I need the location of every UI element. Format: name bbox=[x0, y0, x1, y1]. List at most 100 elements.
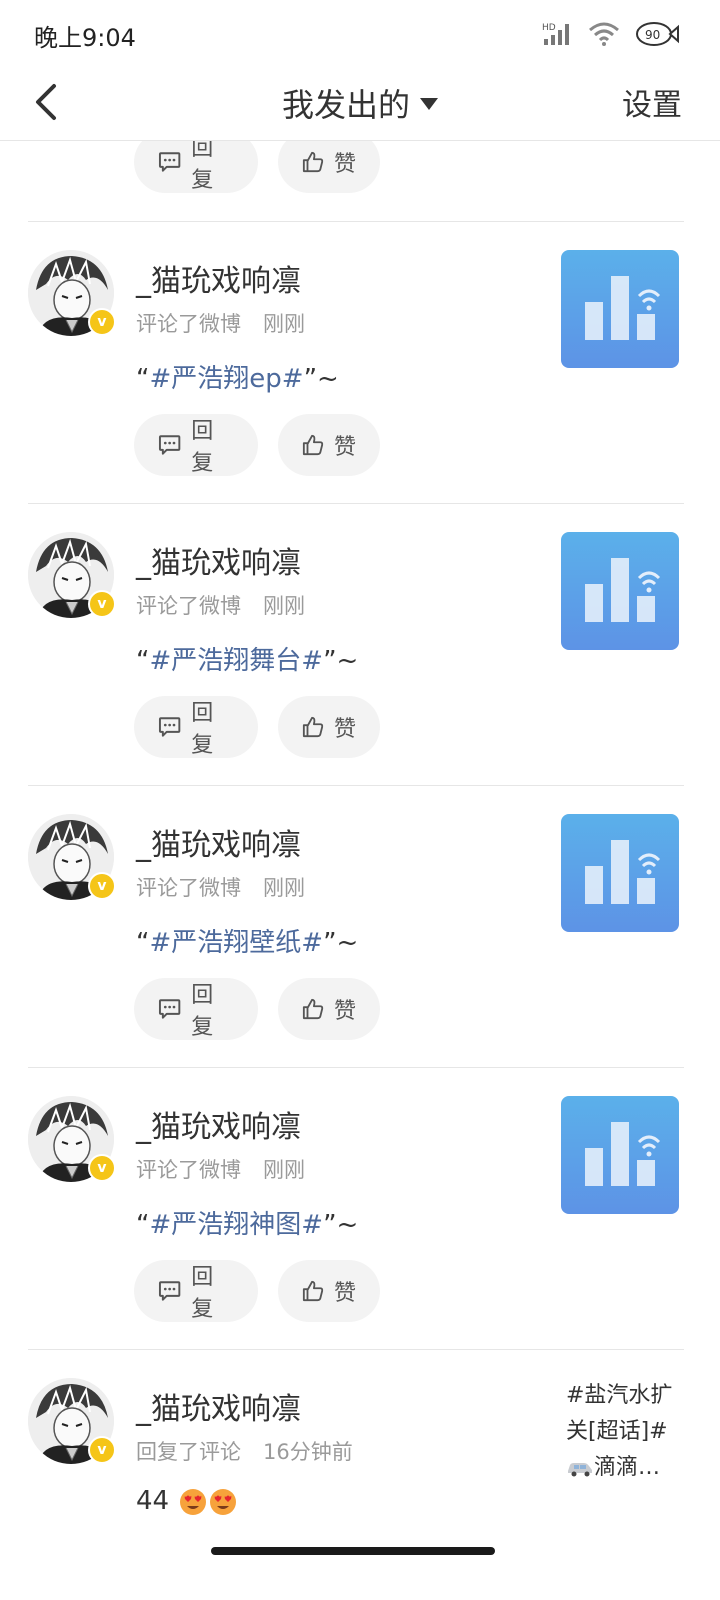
post-preview-text[interactable]: #盐汽水扩 关[超话]# 滴滴… bbox=[566, 1378, 686, 1486]
timestamp: 刚刚 bbox=[263, 1158, 305, 1182]
item-actions: 回复 赞 bbox=[134, 978, 380, 1040]
thumbs-up-icon bbox=[302, 434, 324, 456]
quote-close: ”~ bbox=[323, 1210, 359, 1240]
comment-icon bbox=[158, 435, 181, 455]
reply-button[interactable]: 回复 bbox=[134, 414, 258, 476]
caret-down-icon bbox=[420, 98, 438, 110]
like-button[interactable]: 赞 bbox=[278, 414, 380, 476]
wifi-icon bbox=[588, 21, 620, 47]
comment-icon bbox=[158, 999, 181, 1019]
timestamp: 刚刚 bbox=[263, 594, 305, 618]
list-item: v _猫玧戏响凛 评论了微博 刚刚 “#严浩翔神图#”~ 回复 赞 bbox=[0, 1068, 720, 1350]
list-item: v _猫玧戏响凛 评论了微博 刚刚 “#严浩翔舞台#”~ 回复 赞 bbox=[0, 504, 720, 786]
quote-open: “ bbox=[136, 364, 150, 394]
item-meta: 回复了评论 16分钟前 bbox=[136, 1436, 353, 1466]
quote-close: ”~ bbox=[323, 646, 359, 676]
car-emoji bbox=[568, 1463, 592, 1477]
preview-line: 关[超话]# bbox=[566, 1419, 668, 1444]
reply-button[interactable]: 回复 bbox=[134, 1260, 258, 1322]
reply-label: 回复 bbox=[191, 1265, 214, 1322]
item-actions: 回复 赞 bbox=[134, 696, 380, 758]
reply-label: 回复 bbox=[191, 983, 214, 1040]
verified-badge-icon: v bbox=[88, 1154, 116, 1182]
like-button[interactable]: 赞 bbox=[278, 1260, 380, 1322]
topic-link[interactable]: #严浩翔舞台# bbox=[149, 646, 323, 676]
thumbs-up-icon bbox=[302, 151, 324, 173]
comment-text: “#严浩翔ep#”~ bbox=[136, 358, 339, 395]
username[interactable]: _猫玧戏响凛 bbox=[136, 256, 301, 300]
weibo-stats-icon bbox=[561, 1096, 679, 1214]
reply-label: 回复 bbox=[191, 701, 214, 758]
hd-label: HD bbox=[542, 23, 556, 33]
quote-close: ”~ bbox=[303, 364, 339, 394]
action-text: 评论了微博 bbox=[136, 594, 241, 618]
list-item: v _猫玧戏响凛 回复了评论 16分钟前 44 #盐汽水扩 关[超话]# 滴滴… bbox=[0, 1350, 720, 1600]
home-indicator[interactable] bbox=[211, 1547, 495, 1555]
post-thumbnail[interactable] bbox=[561, 532, 679, 650]
partial-item-actions: 回复 赞 bbox=[134, 141, 380, 193]
post-thumbnail[interactable] bbox=[561, 814, 679, 932]
item-actions: 回复 赞 bbox=[134, 1260, 380, 1322]
thumbs-up-icon bbox=[302, 1280, 324, 1302]
post-thumbnail[interactable] bbox=[561, 1096, 679, 1214]
username[interactable]: _猫玧戏响凛 bbox=[136, 538, 301, 582]
like-label: 赞 bbox=[333, 152, 356, 177]
quote-open: “ bbox=[136, 1210, 150, 1240]
verified-badge-icon: v bbox=[88, 308, 116, 336]
username[interactable]: _猫玧戏响凛 bbox=[136, 1102, 301, 1146]
title-dropdown[interactable]: 我发出的 bbox=[0, 66, 720, 140]
comment-text: “#严浩翔神图#”~ bbox=[136, 1204, 358, 1241]
heart-eyes-emoji bbox=[210, 1488, 237, 1515]
quote-close: ”~ bbox=[323, 928, 359, 958]
status-icons: HD 90 bbox=[542, 18, 680, 50]
topic-link[interactable]: #严浩翔ep# bbox=[149, 364, 303, 394]
quote-open: “ bbox=[136, 646, 150, 676]
action-text: 评论了微博 bbox=[136, 312, 241, 336]
like-label: 赞 bbox=[333, 717, 356, 742]
weibo-stats-icon bbox=[561, 532, 679, 650]
topic-link[interactable]: #严浩翔神图# bbox=[149, 1210, 323, 1240]
item-actions: 回复 赞 bbox=[134, 414, 380, 476]
like-button[interactable]: 赞 bbox=[278, 141, 380, 193]
thumbs-up-icon bbox=[302, 716, 324, 738]
signal-icon: HD bbox=[542, 21, 574, 47]
reply-button[interactable]: 回复 bbox=[134, 978, 258, 1040]
nav-header: 我发出的 设置 bbox=[0, 66, 720, 141]
like-label: 赞 bbox=[333, 999, 356, 1024]
item-meta: 评论了微博 刚刚 bbox=[136, 308, 305, 338]
preview-line-text: 滴滴… bbox=[594, 1455, 661, 1480]
battery-level: 90 bbox=[645, 28, 660, 42]
comment-text: “#严浩翔舞台#”~ bbox=[136, 640, 358, 677]
item-meta: 评论了微博 刚刚 bbox=[136, 1154, 305, 1184]
battery-icon: 90 bbox=[634, 19, 680, 49]
like-button[interactable]: 赞 bbox=[278, 978, 380, 1040]
reply-button[interactable]: 回复 bbox=[134, 696, 258, 758]
list-item: v _猫玧戏响凛 评论了微博 刚刚 “#严浩翔ep#”~ 回复 赞 bbox=[0, 222, 720, 504]
topic-link[interactable]: #严浩翔壁纸# bbox=[149, 928, 323, 958]
username[interactable]: _猫玧戏响凛 bbox=[136, 1384, 301, 1428]
username[interactable]: _猫玧戏响凛 bbox=[136, 820, 301, 864]
action-text: 评论了微博 bbox=[136, 876, 241, 900]
message-list: 回复 赞 v _猫玧戏响凛 评论了微博 刚刚 “#严浩翔ep#”~ 回复 赞 v… bbox=[0, 141, 720, 1600]
like-label: 赞 bbox=[333, 1281, 356, 1306]
post-thumbnail[interactable] bbox=[561, 250, 679, 368]
timestamp: 16分钟前 bbox=[263, 1440, 353, 1464]
like-button[interactable]: 赞 bbox=[278, 696, 380, 758]
action-text: 回复了评论 bbox=[136, 1440, 241, 1464]
preview-line: 滴滴… bbox=[566, 1450, 686, 1486]
reply-label: 回复 bbox=[191, 141, 214, 193]
item-meta: 评论了微博 刚刚 bbox=[136, 590, 305, 620]
comment-text: 44 bbox=[136, 1486, 237, 1516]
list-item: v _猫玧戏响凛 评论了微博 刚刚 “#严浩翔壁纸#”~ 回复 赞 bbox=[0, 786, 720, 1068]
page-title: 我发出的 bbox=[281, 86, 410, 124]
comment-body: 44 bbox=[136, 1486, 170, 1516]
verified-badge-icon: v bbox=[88, 872, 116, 900]
verified-badge-icon: v bbox=[88, 1436, 116, 1464]
comment-icon bbox=[158, 1281, 181, 1301]
reply-label: 回复 bbox=[191, 419, 214, 476]
settings-button[interactable]: 设置 bbox=[622, 80, 682, 124]
comment-icon bbox=[158, 152, 181, 172]
timestamp: 刚刚 bbox=[263, 312, 305, 336]
reply-button[interactable]: 回复 bbox=[134, 141, 258, 193]
item-meta: 评论了微博 刚刚 bbox=[136, 872, 305, 902]
